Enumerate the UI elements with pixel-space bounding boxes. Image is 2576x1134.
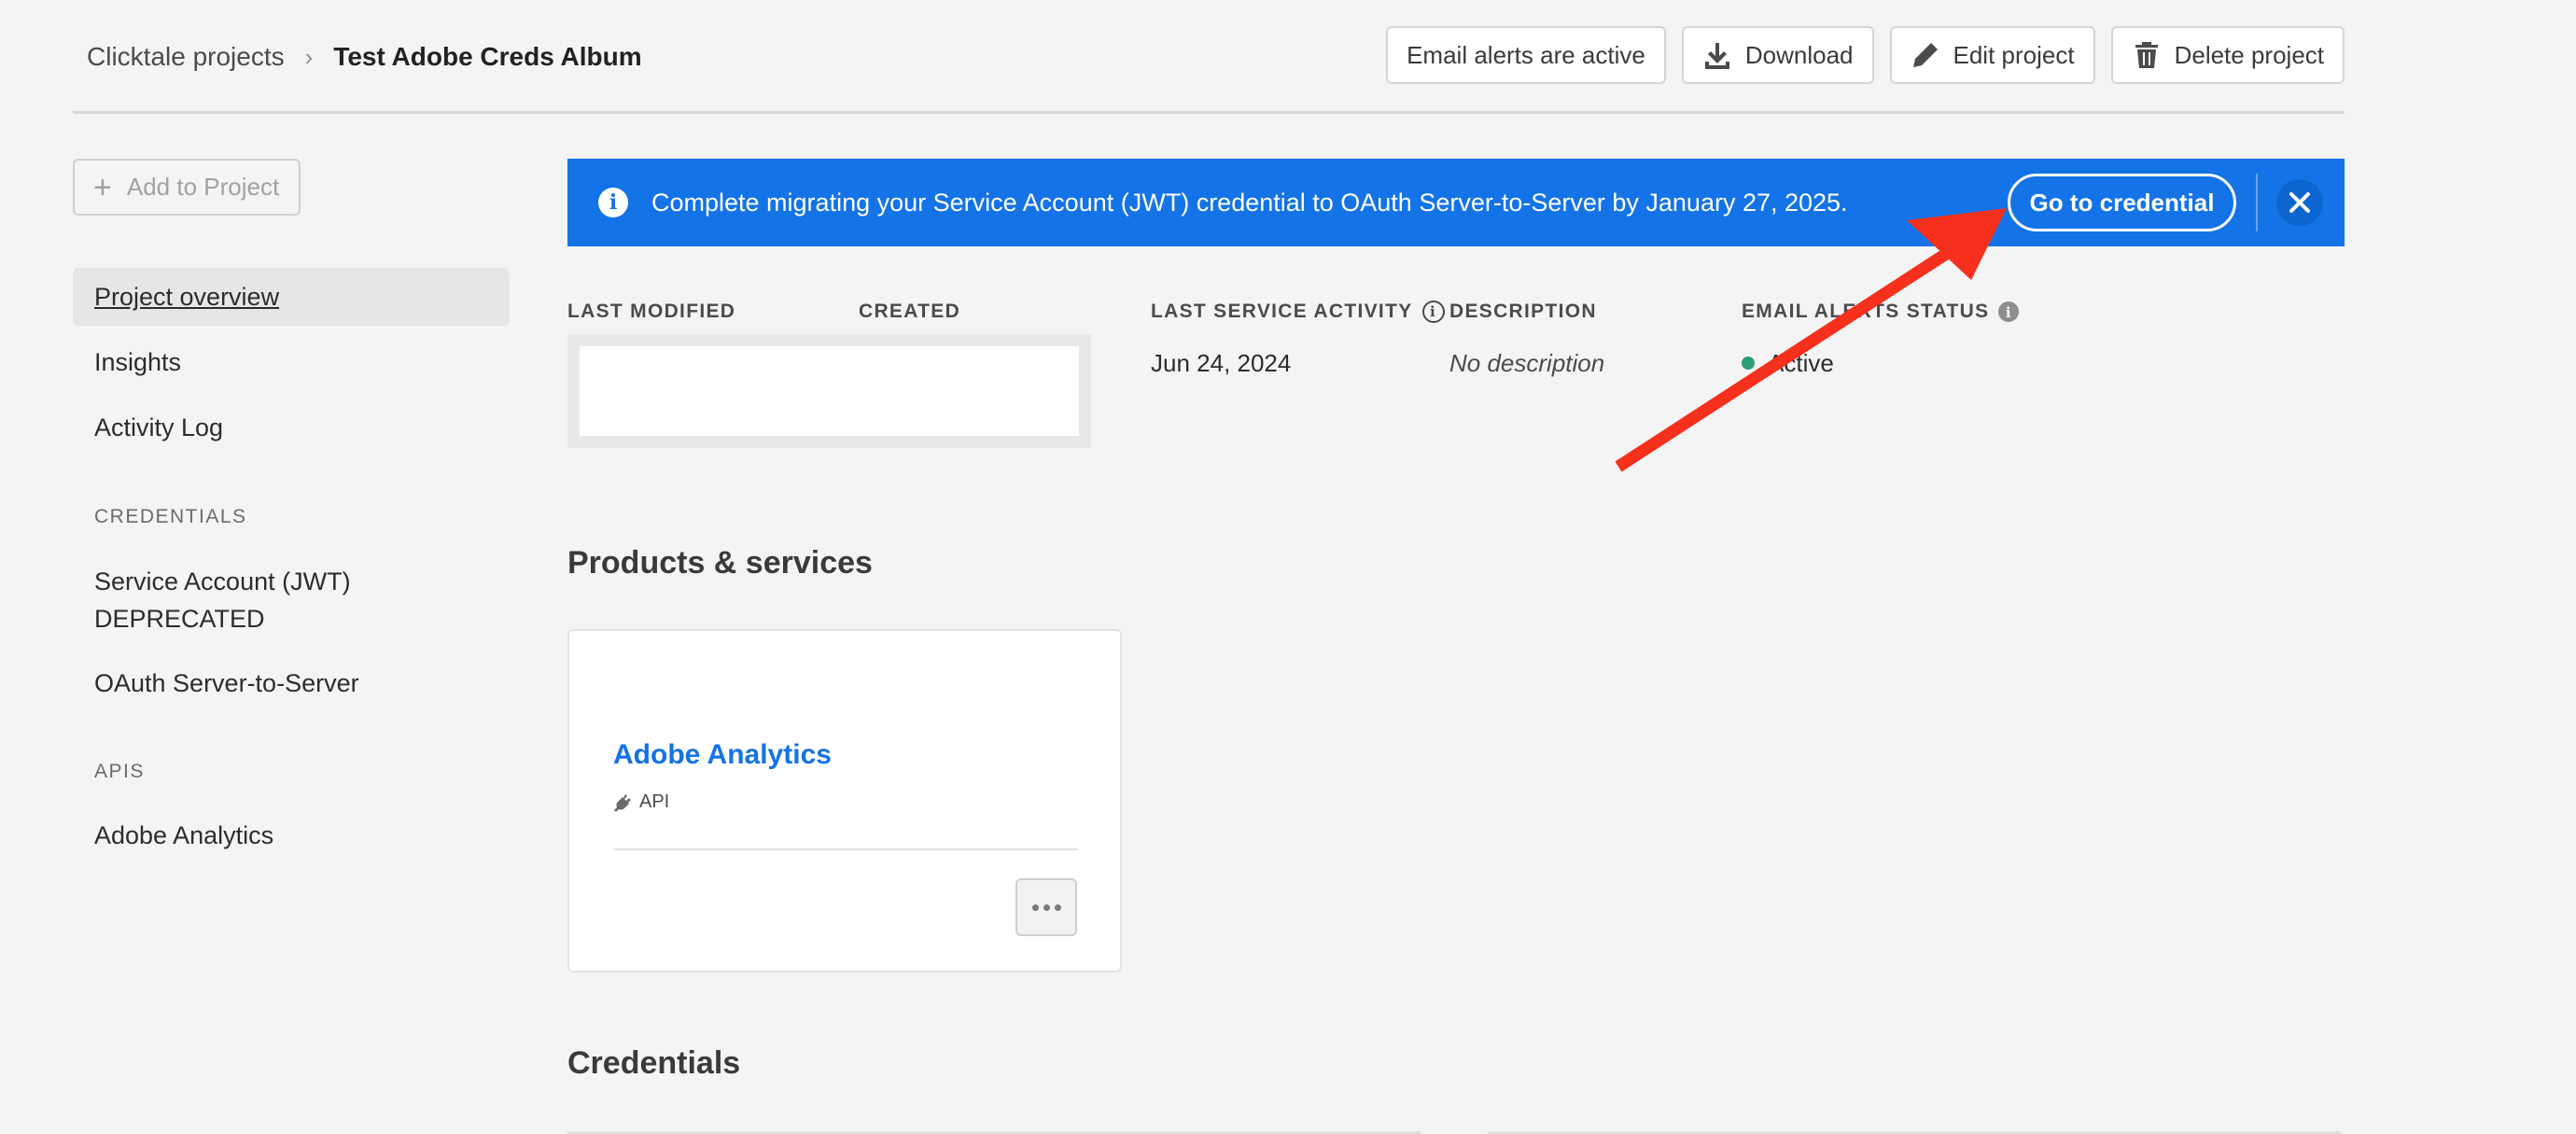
email-alerts-label: Email alerts are active <box>1407 40 1645 69</box>
delete-project-label: Delete project <box>2174 40 2324 69</box>
sidebar-item-activity-log[interactable]: Activity Log <box>73 399 510 456</box>
delete-project-button[interactable]: Delete project <box>2110 26 2345 84</box>
download-icon <box>1704 43 1729 69</box>
info-filled-icon[interactable]: i <box>1998 301 2020 322</box>
breadcrumb: Clicktale projects › Test Adobe Creds Al… <box>87 35 642 78</box>
status-dot-icon <box>1742 357 1755 370</box>
last-modified-label: LAST MODIFIED <box>567 301 736 322</box>
email-alerts-button[interactable]: Email alerts are active <box>1386 26 1666 84</box>
info-outline-icon[interactable]: i <box>1421 301 1445 323</box>
email-alerts-status-value: Active <box>1768 349 1834 377</box>
migration-banner: i Complete migrating your Service Accoun… <box>567 159 2345 246</box>
product-card-tag: API <box>613 791 669 813</box>
breadcrumb-current: Test Adobe Creds Album <box>333 42 642 71</box>
project-page: Clicktale projects › Test Adobe Creds Al… <box>0 0 2576 1134</box>
email-alerts-status-label: EMAIL ALERTS STATUS i <box>1742 301 2020 323</box>
edit-project-label: Edit project <box>1953 40 2075 69</box>
edit-project-button[interactable]: Edit project <box>1889 26 2095 84</box>
close-banner-button[interactable] <box>2276 179 2323 226</box>
credentials-heading: Credentials <box>567 1045 741 1081</box>
info-icon: i <box>598 188 628 217</box>
pencil-icon <box>1912 43 1938 67</box>
product-card-tag-label: API <box>639 791 670 812</box>
header-actions: Email alerts are active Download Edit pr… <box>1386 26 2345 84</box>
redacted-dates-box <box>567 334 1091 448</box>
close-icon <box>2289 192 2310 213</box>
add-to-project-label: Add to Project <box>126 173 280 201</box>
sidebar-item-insights[interactable]: Insights <box>73 333 510 391</box>
sidebar-section-apis: APIS <box>94 761 145 782</box>
description-label: DESCRIPTION <box>1449 301 1597 322</box>
last-service-activity-label: LAST SERVICE ACTIVITY i <box>1151 301 1445 323</box>
more-actions-button[interactable] <box>1015 878 1077 936</box>
banner-message: Complete migrating your Service Account … <box>651 189 1848 217</box>
trash-icon <box>2135 42 2158 68</box>
banner-divider <box>2256 174 2258 231</box>
card-divider <box>613 848 1078 850</box>
product-card-title[interactable]: Adobe Analytics <box>613 739 832 771</box>
more-dot-icon <box>1031 903 1039 911</box>
breadcrumb-root-link[interactable]: Clicktale projects <box>87 42 285 72</box>
more-dot-icon <box>1043 903 1050 911</box>
last-service-activity-value: Jun 24, 2024 <box>1151 349 1292 377</box>
products-services-heading: Products & services <box>567 545 873 581</box>
more-dot-icon <box>1054 903 1061 911</box>
plus-icon: + <box>93 169 112 205</box>
sidebar-item-adobe-analytics[interactable]: Adobe Analytics <box>73 806 510 864</box>
download-button[interactable]: Download <box>1681 26 1874 84</box>
plug-icon <box>614 793 631 812</box>
download-label: Download <box>1744 40 1854 69</box>
chevron-right-icon: › <box>304 42 314 71</box>
go-to-credential-button[interactable]: Go to credential <box>2008 174 2236 231</box>
credentials-cards-edge <box>567 1131 2341 1134</box>
sidebar-item-project-overview[interactable]: Project overview <box>73 268 510 326</box>
created-label: CREATED <box>859 301 961 322</box>
description-value: No description <box>1449 349 1605 377</box>
sidebar-item-service-account-jwt[interactable]: Service Account (JWT) DEPRECATED <box>73 561 371 639</box>
header-divider <box>73 111 2345 114</box>
add-to-project-button[interactable]: + Add to Project <box>73 159 301 216</box>
sidebar-item-oauth-server-to-server[interactable]: OAuth Server-to-Server <box>73 654 510 712</box>
sidebar-section-credentials: CREDENTIALS <box>94 506 247 527</box>
product-card: Adobe Analytics API <box>567 629 1122 973</box>
